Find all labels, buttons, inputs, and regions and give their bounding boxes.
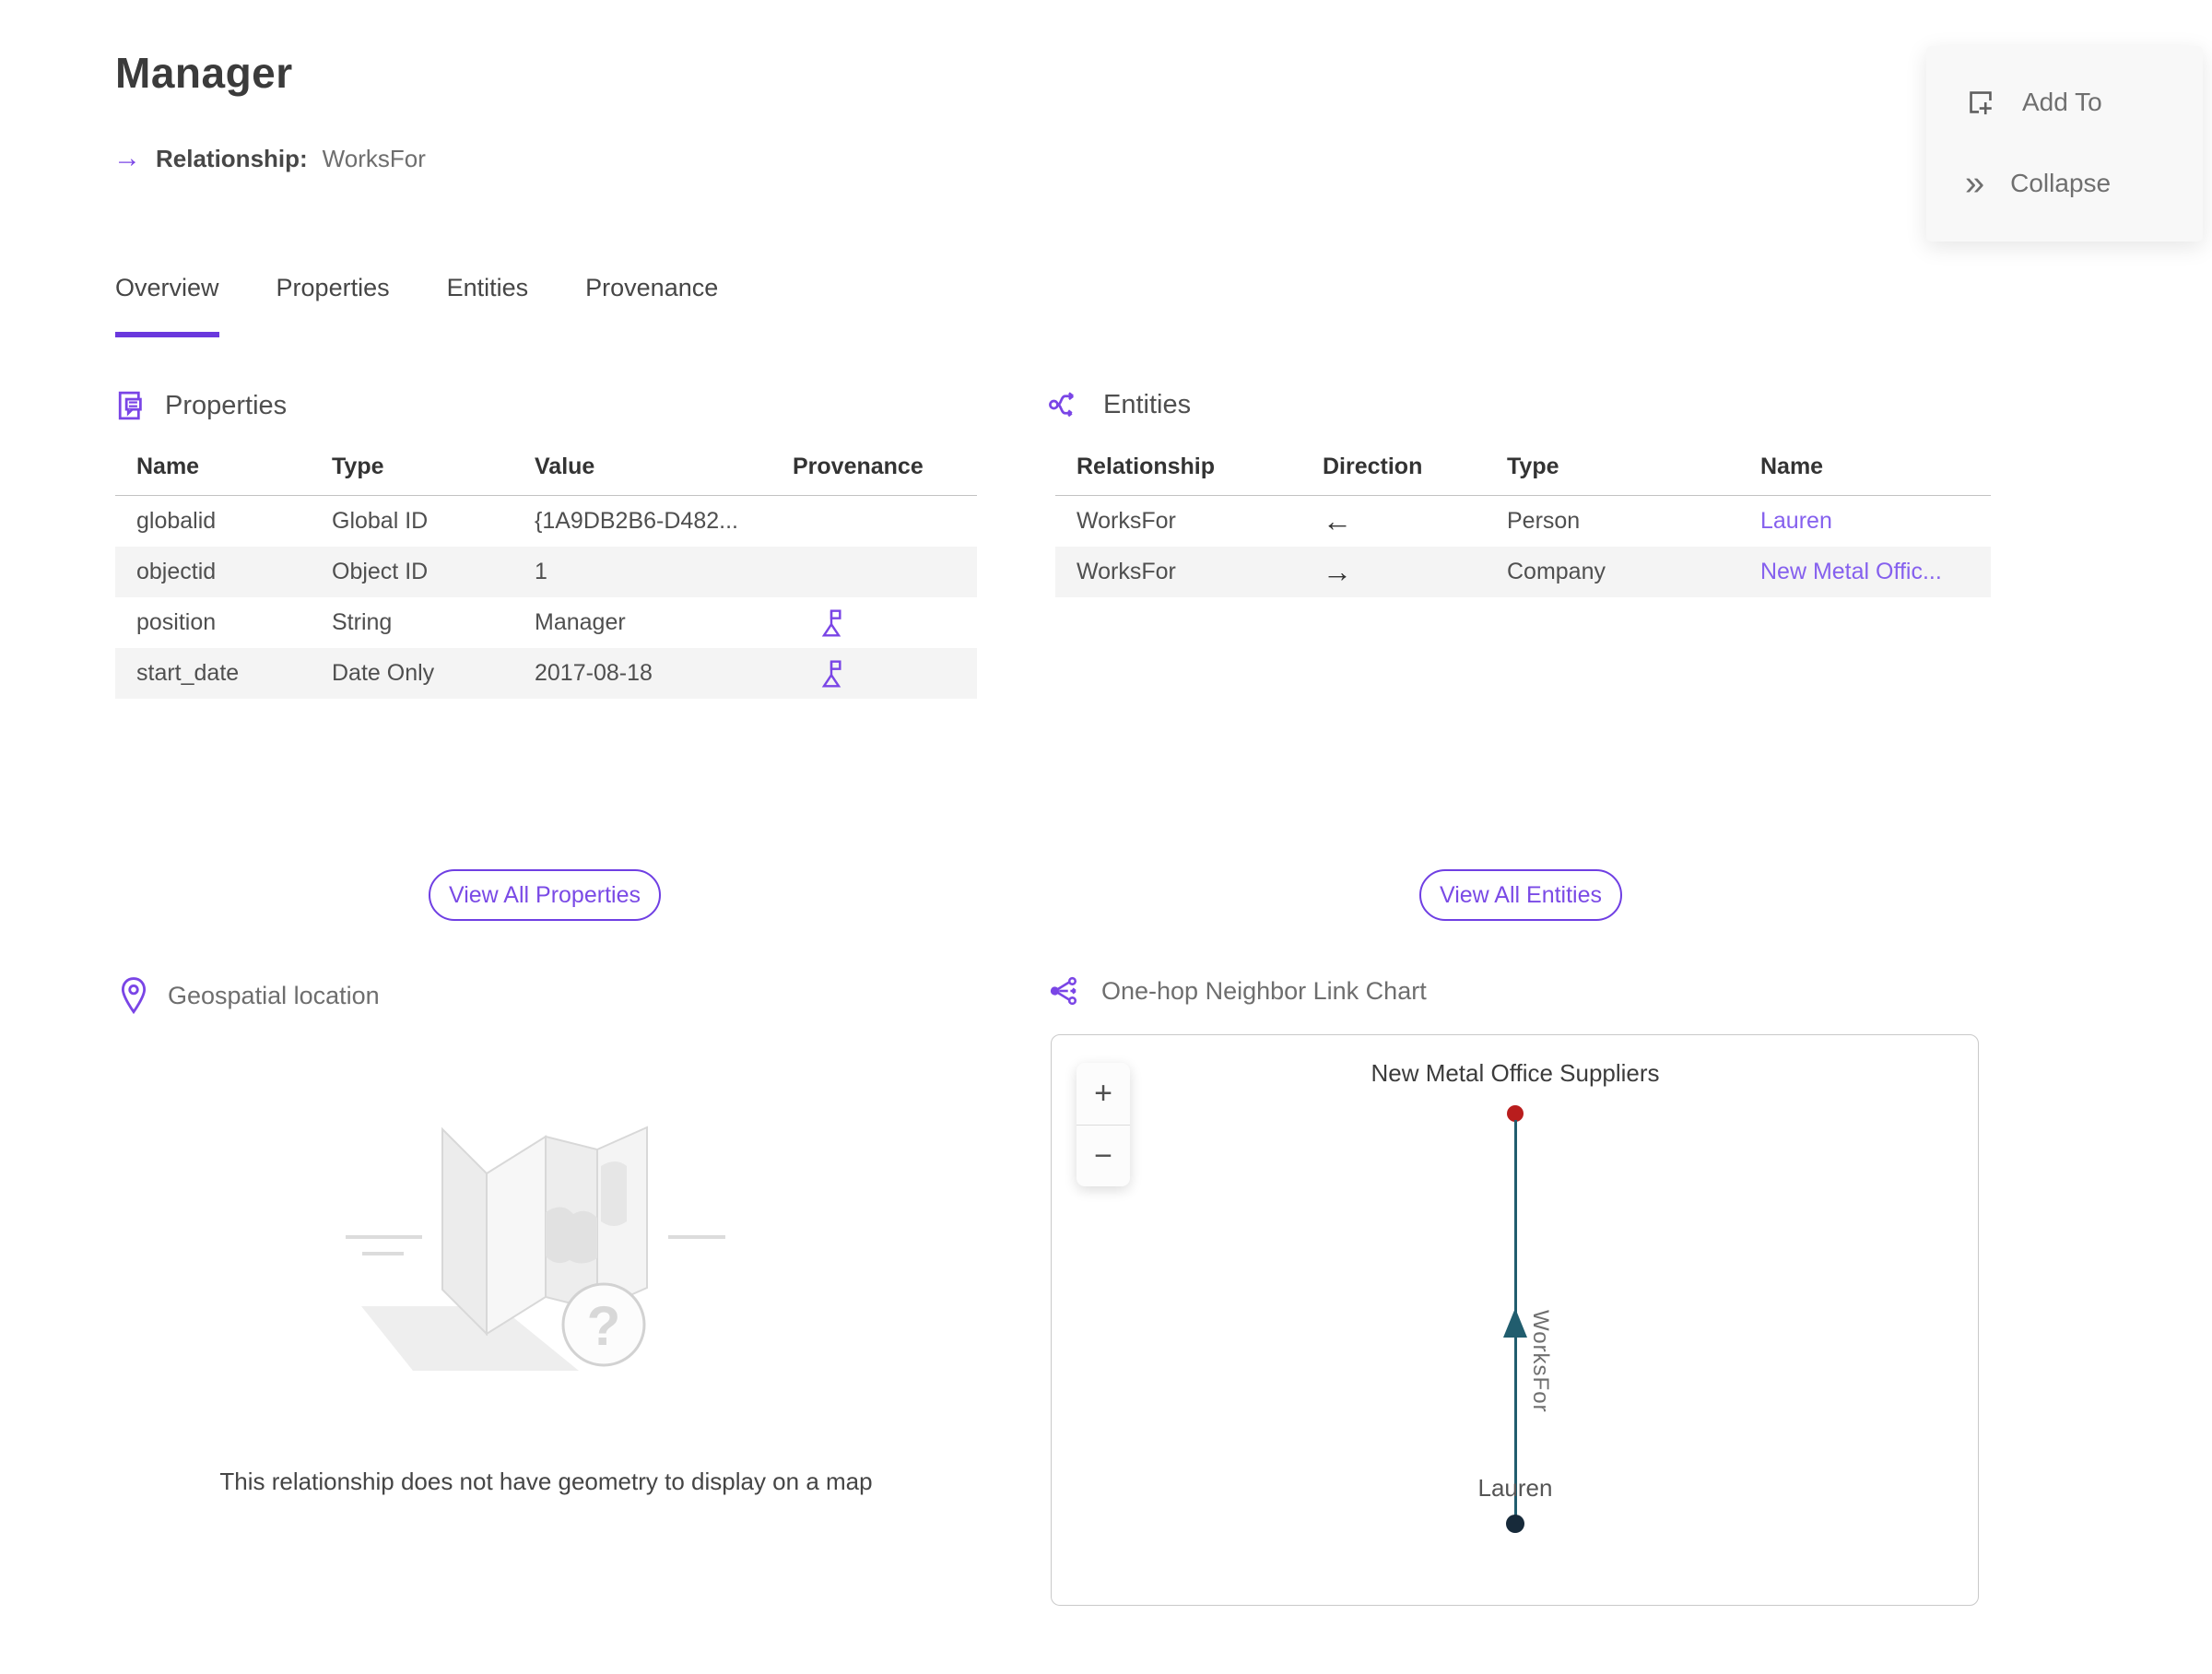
collapse-icon: » (1965, 164, 1985, 203)
graph-node-label-person: Lauren (1477, 1474, 1553, 1502)
properties-section-title: Properties (165, 390, 288, 420)
graph-edge-label: WorksFor (1528, 1310, 1553, 1413)
properties-table: Name Type Value Provenance globalid Glob… (115, 441, 977, 699)
no-geometry-message: This relationship does not have geometry… (219, 1468, 873, 1495)
property-cell-value: 2017-08-18 (535, 648, 793, 699)
entities-col-name: Name (1760, 441, 1991, 496)
geospatial-section-header: Geospatial location (118, 975, 380, 1016)
graph-edge-arrow-icon (1503, 1308, 1527, 1338)
entities-col-direction: Direction (1323, 441, 1507, 496)
tab-overview[interactable]: Overview (115, 274, 219, 337)
property-cell-type: Date Only (332, 648, 535, 699)
property-cell-provenance (793, 547, 977, 597)
property-cell-name: start_date (115, 648, 332, 699)
provenance-flag-icon[interactable] (818, 659, 844, 689)
relationship-label: Relationship: (156, 144, 308, 172)
property-cell-name: position (136, 609, 217, 635)
entities-col-type: Type (1507, 441, 1760, 496)
entity-cell-type: Company (1507, 547, 1760, 597)
tab-properties[interactable]: Properties (276, 274, 390, 337)
add-to-icon (1965, 87, 1996, 118)
tab-provenance[interactable]: Provenance (585, 274, 718, 337)
properties-col-value: Value (535, 441, 793, 496)
zoom-out-button[interactable]: − (1077, 1125, 1130, 1186)
entity-cell-relationship: WorksFor (1055, 547, 1323, 597)
breadcrumb: → Relationship: WorksFor (113, 143, 426, 174)
entity-cell-direction: → (1323, 547, 1507, 597)
properties-col-name: Name (115, 441, 332, 496)
entities-col-relationship: Relationship (1055, 441, 1323, 496)
tab-entities[interactable]: Entities (447, 274, 529, 337)
add-to-button[interactable]: Add To (1926, 87, 2203, 118)
property-cell-type: Global ID (332, 508, 429, 534)
collapse-label: Collapse (2010, 169, 2112, 197)
relationship-value: WorksFor (322, 144, 426, 172)
properties-section-header: Properties (115, 389, 287, 422)
add-to-label: Add To (2022, 88, 2102, 116)
zoom-control: + − (1077, 1063, 1130, 1186)
map-placeholder-illustration: ? (304, 1092, 737, 1415)
property-cell-provenance (793, 597, 977, 648)
link-chart-icon (1048, 975, 1083, 1007)
tab-bar: Overview Properties Entities Provenance (115, 274, 718, 337)
view-all-properties-button[interactable]: View All Properties (429, 869, 661, 921)
view-all-entities-button[interactable]: View All Entities (1419, 869, 1622, 921)
property-cell-type: String (332, 609, 393, 635)
property-cell-value: {1A9DB2B6-D482... (535, 508, 738, 534)
properties-col-type: Type (332, 441, 535, 496)
properties-icon (115, 389, 147, 422)
entities-section-title: Entities (1103, 389, 1192, 419)
floating-actions-card: Add To » Collapse (1926, 46, 2203, 242)
geospatial-section-title: Geospatial location (168, 981, 380, 1009)
collapse-button[interactable]: » Collapse (1926, 166, 2203, 201)
relationship-arrow-icon: → (113, 143, 141, 173)
entity-link-company[interactable]: New Metal Offic... (1760, 559, 1942, 585)
link-chart-section-header: One-hop Neighbor Link Chart (1048, 975, 1427, 1007)
property-cell-value: Manager (535, 609, 626, 635)
provenance-flag-icon[interactable] (818, 608, 844, 638)
link-chart-section-title: One-hop Neighbor Link Chart (1101, 976, 1427, 1005)
svg-text:?: ? (587, 1295, 621, 1357)
entity-cell-direction: ← (1323, 504, 1352, 537)
property-cell-provenance (793, 648, 977, 699)
entities-icon (1048, 389, 1085, 420)
property-cell-value: 1 (535, 547, 793, 597)
graph-node-person[interactable] (1506, 1515, 1524, 1533)
zoom-in-button[interactable]: + (1077, 1063, 1130, 1125)
entities-section-header: Entities (1048, 389, 1191, 420)
property-cell-name: objectid (115, 547, 332, 597)
entity-link-lauren[interactable]: Lauren (1760, 508, 1832, 535)
entity-cell-type: Person (1507, 508, 1581, 534)
property-cell-provenance (793, 496, 977, 547)
properties-col-provenance: Provenance (793, 441, 977, 496)
page-title: Manager (115, 49, 293, 97)
graph-node-label-company: New Metal Office Suppliers (1371, 1059, 1660, 1087)
entity-cell-relationship: WorksFor (1077, 508, 1176, 534)
entities-table: Relationship Direction Type Name WorksFo… (1055, 441, 1991, 597)
link-chart-canvas[interactable]: + − New Metal Office Suppliers WorksFor … (1051, 1034, 1979, 1606)
property-cell-name: globalid (136, 508, 217, 534)
property-cell-type: Object ID (332, 547, 535, 597)
map-pin-icon (118, 975, 149, 1016)
